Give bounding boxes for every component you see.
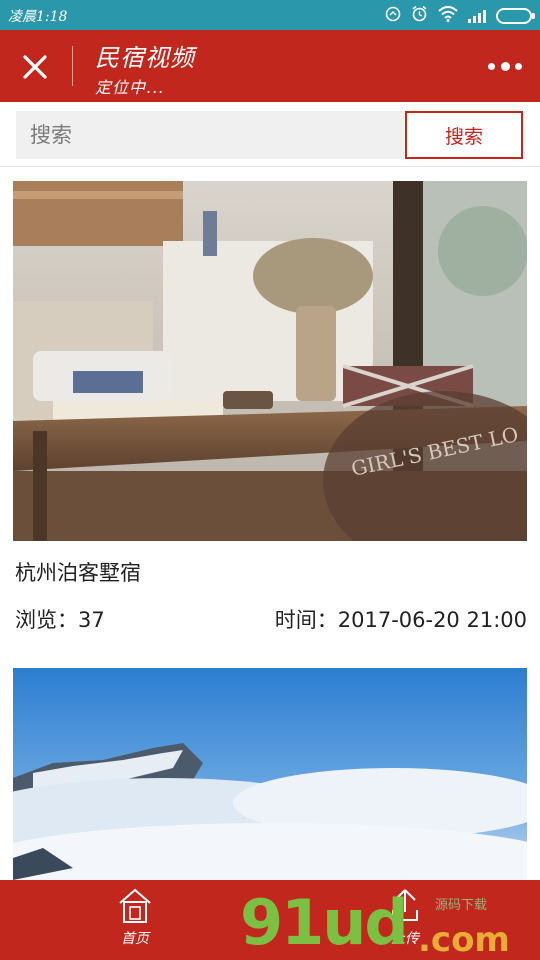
search-bar: 搜索 搜索: [0, 102, 540, 167]
header: 民宿视频 定位中...: [0, 30, 540, 102]
tab-home-label: 首页: [121, 931, 149, 947]
listing-image[interactable]: [13, 668, 527, 880]
listing-card[interactable]: GIRL'S BEST LO 杭州泊客墅宿 浏览：37 时间：2017-06-2…: [13, 181, 527, 632]
tab-bar: 首页 上传: [0, 880, 540, 960]
search-button[interactable]: 搜索: [405, 111, 523, 159]
header-divider: [72, 46, 73, 86]
listing-card[interactable]: [13, 668, 527, 880]
more-dots-icon: [488, 62, 495, 70]
data-sync-icon: [385, 6, 401, 26]
battery-icon: [496, 7, 535, 24]
listing-views: 浏览：37: [15, 608, 105, 632]
location-status: 定位中...: [95, 78, 165, 97]
home-icon: [119, 888, 151, 923]
listing-image[interactable]: GIRL'S BEST LO: [13, 181, 527, 541]
page-title: 民宿视频: [95, 44, 195, 72]
tab-upload-label: 上传: [391, 931, 419, 947]
search-input[interactable]: 搜索: [16, 111, 406, 159]
listing-title: 杭州泊客墅宿: [15, 561, 141, 585]
status-time: 凌晨1:18: [8, 9, 68, 25]
more-button[interactable]: [488, 56, 522, 76]
wifi-icon: [438, 5, 458, 26]
status-bar: 凌晨1:18: [0, 0, 540, 30]
listing-time: 时间：2017-06-20 21:00: [274, 608, 527, 632]
alarm-icon: [411, 5, 428, 26]
close-icon: [23, 55, 47, 79]
upload-icon: [392, 889, 418, 921]
status-icons: [385, 5, 535, 26]
tab-upload[interactable]: 上传: [375, 886, 435, 948]
tab-home[interactable]: 首页: [105, 886, 165, 948]
signal-icon: [468, 9, 486, 23]
close-button[interactable]: [18, 50, 52, 84]
